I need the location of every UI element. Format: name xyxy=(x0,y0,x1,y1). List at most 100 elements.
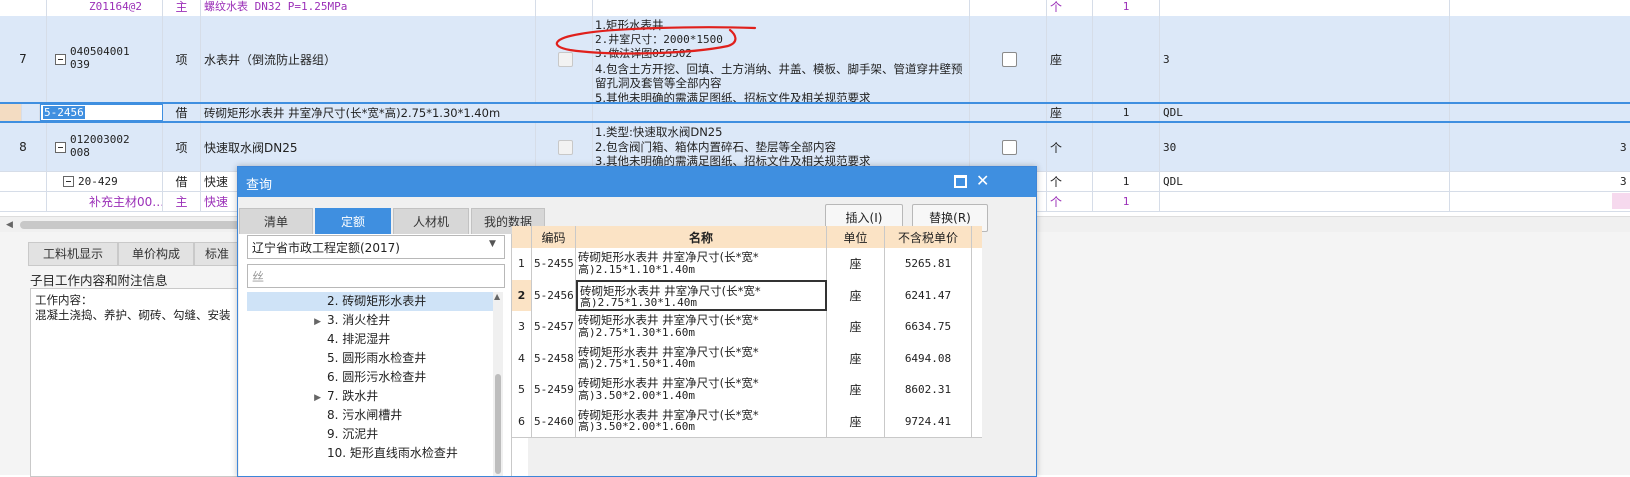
chevron-down-icon: ▼ xyxy=(489,239,496,249)
chapter-tree: 2. 砖砌矩形水表井 ▶ 3. 消火栓井 4. 排泥湿井 5. 圆形雨水检查井 6… xyxy=(247,292,493,476)
table-row[interactable]: 7 040504001039 项 水表井（倒流防止器组） 1.矩形水表井 2.井… xyxy=(0,16,1630,103)
dialog-title: 查询 xyxy=(246,178,273,193)
row-extra: QDL xyxy=(1160,104,1450,121)
row-extra: 3 xyxy=(1160,16,1450,102)
row-name: 砖砌矩形水表井 井室净尺寸(长*宽*高)2.75*1.30*1.40m xyxy=(201,104,593,121)
scrollbar-thumb[interactable] xyxy=(495,374,501,474)
row-qty: 1 xyxy=(1093,0,1160,16)
tree-item[interactable]: 9. 沉泥井 xyxy=(247,425,378,444)
quota-name-line: 高)2.75*1.30*1.60m xyxy=(578,325,695,339)
item-features: 1.类型:快速取水阀DN25 2.包含阀门箱、箱体内置碎石、垫层等全部内容 3.… xyxy=(593,123,970,171)
row-type: 主 xyxy=(163,0,201,16)
tree-scrollbar[interactable]: ▲ xyxy=(493,292,503,476)
feature-line: 4.包含土方开挖、回填、土方消纳、井盖、模板、脚手架、管道穿井壁预留孔洞及套管等… xyxy=(595,61,963,91)
quota-name-line: 砖砌矩形水表井 井室净尺寸(长*宽* xyxy=(578,313,759,327)
feature-line: 1.类型:快速取水阀DN25 xyxy=(595,125,723,139)
quota-name-line: 砖砌矩形水表井 井室净尺寸(长*宽* xyxy=(578,250,759,264)
edge-digit: 3 xyxy=(1620,175,1627,188)
quota-price: 6634.75 xyxy=(885,311,972,343)
quota-price: 8602.31 xyxy=(885,374,972,406)
collapse-toggle-icon[interactable] xyxy=(55,142,66,153)
tab-quota[interactable]: 定额 xyxy=(315,208,391,236)
quota-code: 5-2456 xyxy=(532,279,576,311)
quota-code: 5-2455 xyxy=(532,248,576,280)
tree-item[interactable]: 5. 圆形雨水检查井 xyxy=(247,349,426,368)
scroll-left-icon[interactable]: ◀ xyxy=(6,220,13,230)
row-index: 4 xyxy=(512,342,532,374)
result-row[interactable]: 3 5-2457 砖砌矩形水表井 井室净尺寸(长*宽* 高)2.75*1.30*1.6… xyxy=(512,311,982,344)
tree-item[interactable]: 4. 排泥湿井 xyxy=(247,330,390,349)
scroll-up-icon[interactable]: ▲ xyxy=(494,292,500,301)
quota-name: 砖砌矩形水表井 井室净尺寸(长*宽* 高)2.75*1.30*1.60m xyxy=(576,311,827,343)
quota-unit: 座 xyxy=(827,342,885,374)
tab-material[interactable]: 工料机显示 xyxy=(28,242,118,266)
tree-item[interactable]: ▶ 3. 消火栓井 xyxy=(247,311,390,330)
table-row[interactable]: 8 012003002008 项 快速取水阀DN25 1.类型:快速取水阀DN2… xyxy=(0,123,1630,172)
table-row[interactable]: Z01164@2 主 螺纹水表 DN32 P=1.25MPa 个 1 xyxy=(0,0,1630,17)
feature-line: 2.包含阀门箱、箱体内置碎石、垫层等全部内容 xyxy=(595,139,836,154)
row-extra: 30 xyxy=(1160,123,1450,171)
collapse-toggle-icon[interactable] xyxy=(55,54,66,65)
result-row[interactable]: 2 5-2456 砖砌矩形水表井 井室净尺寸(长*宽* 高)2.75*1.30*1.4… xyxy=(512,279,982,312)
row-unit: 个 xyxy=(1047,171,1093,191)
row-code-input[interactable]: 5-2456 xyxy=(40,104,163,121)
collapse-toggle-icon[interactable] xyxy=(63,175,74,187)
tree-item[interactable]: 10. 矩形直线雨水检查井 xyxy=(247,444,458,463)
quota-code: 5-2458 xyxy=(532,342,576,374)
tab-labor-material[interactable]: 人材机 xyxy=(393,208,469,236)
result-row[interactable]: 6 5-2460 砖砌矩形水表井 井室净尺寸(长*宽* 高)3.50*2.00*1.6… xyxy=(512,405,982,438)
row-index: 1 xyxy=(512,248,532,280)
maximize-icon[interactable] xyxy=(954,175,967,188)
header-code: 编码 xyxy=(532,226,576,248)
tab-bill[interactable]: 清单 xyxy=(239,208,313,236)
tree-item[interactable]: ▶ 7. 跌水井 xyxy=(247,387,378,406)
header-price: 不含税单价 xyxy=(885,226,972,248)
row-qty: 1 xyxy=(1093,104,1160,121)
row-type: 借 xyxy=(163,104,201,121)
tree-item[interactable]: 6. 圆形污水检查井 xyxy=(247,368,426,387)
tab-unit-price[interactable]: 单价构成 xyxy=(118,242,194,266)
dialog-titlebar[interactable]: 查询 ✕ xyxy=(238,167,1036,197)
result-row[interactable]: 4 5-2458 砖砌矩形水表井 井室净尺寸(长*宽* 高)2.75*1.50*1.4… xyxy=(512,342,982,375)
row-code: 040504001039 xyxy=(70,45,130,71)
quota-name: 砖砌矩形水表井 井室净尺寸(长*宽* 高)3.50*2.00*1.40m xyxy=(576,374,827,406)
tab-standard[interactable]: 标准 xyxy=(194,242,240,266)
feature-line: 5.其他未明确的需满足图纸、招标文件及相关规范要求 xyxy=(595,90,871,103)
quota-unit: 座 xyxy=(827,311,885,343)
quota-price: 5265.81 xyxy=(885,248,972,280)
row-number: 7 xyxy=(0,16,47,102)
search-input-value: 丝 xyxy=(252,270,265,284)
quota-library-select[interactable]: 辽宁省市政工程定额(2017) ▼ xyxy=(247,235,505,259)
tree-item[interactable]: 2. 砖砌矩形水表井 xyxy=(247,292,493,311)
quota-name-line: 高)2.15*1.10*1.40m xyxy=(578,262,695,276)
row-index: 3 xyxy=(512,311,532,343)
table-row[interactable]: 5-2456 借 砖砌矩形水表井 井室净尺寸(长*宽*高)2.75*1.30*1… xyxy=(0,102,1630,123)
checkbox[interactable] xyxy=(1002,52,1017,67)
row-type: 借 xyxy=(163,171,201,191)
row-code: 012003002008 xyxy=(70,133,130,159)
row-name: 水表井（倒流防止器组） xyxy=(201,16,536,102)
checkbox[interactable] xyxy=(558,140,573,155)
header-name: 名称 xyxy=(576,226,827,248)
quota-unit: 座 xyxy=(827,279,885,311)
row-number: 8 xyxy=(0,123,47,171)
row-index: 6 xyxy=(512,405,532,437)
quota-unit: 座 xyxy=(827,248,885,280)
row-name: 快速取水阀DN25 xyxy=(201,123,536,171)
search-input[interactable]: 丝 xyxy=(247,264,505,288)
tree-item[interactable]: 8. 污水闸槽井 xyxy=(247,406,402,425)
quota-price: 6241.47 xyxy=(885,279,972,311)
info-title: 子目工作内容和附注信息 xyxy=(30,273,168,288)
result-row[interactable]: 1 5-2455 砖砌矩形水表井 井室净尺寸(长*宽* 高)2.15*1.10*1.4… xyxy=(512,248,982,281)
close-icon[interactable]: ✕ xyxy=(976,171,989,190)
quota-price: 9724.41 xyxy=(885,405,972,437)
row-code: 20-429 xyxy=(78,174,118,188)
row-code: Z01164@2 xyxy=(47,0,163,16)
quota-name-line: 砖砌矩形水表井 井室净尺寸(长*宽* xyxy=(578,376,759,390)
quota-name: 砖砌矩形水表井 井室净尺寸(长*宽* 高)2.75*1.30*1.40m xyxy=(576,279,827,311)
quota-code: 5-2459 xyxy=(532,374,576,406)
work-text: 混凝土浇捣、养护、砌砖、勾缝、安装 xyxy=(35,308,231,322)
quota-name-line: 高)3.50*2.00*1.60m xyxy=(578,420,695,433)
result-row[interactable]: 5 5-2459 砖砌矩形水表井 井室净尺寸(长*宽* 高)3.50*2.00*1.4… xyxy=(512,374,982,407)
checkbox[interactable] xyxy=(1002,140,1017,155)
